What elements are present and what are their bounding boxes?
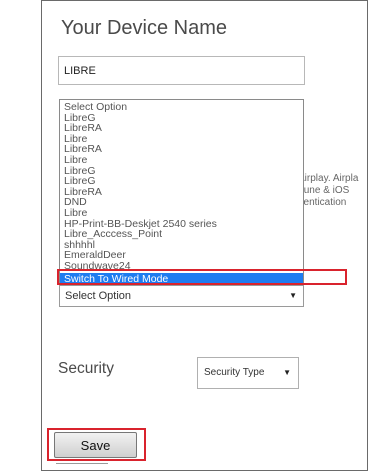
- network-select-value: Select Option: [65, 290, 132, 302]
- network-dropdown-list[interactable]: Select Option LibreG LibreRA Libre Libre…: [59, 99, 304, 286]
- dropdown-arrow-icon: ▼: [283, 368, 291, 377]
- list-option[interactable]: Libre: [60, 134, 303, 145]
- list-option[interactable]: Select Option: [60, 102, 303, 113]
- list-option[interactable]: Libre_Acccess_Point: [60, 229, 303, 240]
- security-type-value: Security Type: [204, 367, 265, 378]
- list-option[interactable]: LibreRA: [60, 123, 303, 134]
- list-option[interactable]: DND: [60, 197, 303, 208]
- airplay-description-line-2: Tune & iOS: [298, 185, 350, 196]
- save-button[interactable]: Save: [54, 432, 137, 458]
- list-option[interactable]: LibreRA: [60, 144, 303, 155]
- divider: [56, 463, 108, 464]
- list-option[interactable]: HP-Print-BB-Deskjet 2540 series: [60, 219, 303, 230]
- airplay-description-line-3: hentication: [298, 197, 347, 208]
- security-type-select[interactable]: Security Type ▼: [197, 357, 299, 389]
- list-option[interactable]: EmeraldDeer: [60, 250, 303, 261]
- dropdown-arrow-icon: ▼: [289, 291, 297, 300]
- list-option[interactable]: Soundwave24: [60, 261, 303, 272]
- switch-to-wired-mode-option[interactable]: Switch To Wired Mode: [60, 272, 303, 285]
- network-select[interactable]: Select Option ▼: [59, 285, 304, 307]
- device-name-input[interactable]: [58, 56, 305, 85]
- list-option[interactable]: LibreRA: [60, 187, 303, 198]
- airplay-description-line-1: Airplay. Airpla: [298, 173, 359, 184]
- security-label: Security: [58, 360, 114, 377]
- list-option[interactable]: LibreG: [60, 166, 303, 177]
- list-option[interactable]: Libre: [60, 155, 303, 166]
- list-option[interactable]: LibreG: [60, 113, 303, 124]
- list-option[interactable]: Libre: [60, 208, 303, 219]
- settings-panel: Your Device Name Airplay. Airpla Tune & …: [41, 0, 368, 471]
- list-option[interactable]: LibreG: [60, 176, 303, 187]
- list-option[interactable]: shhhhl: [60, 240, 303, 251]
- page-title: Your Device Name: [61, 17, 228, 39]
